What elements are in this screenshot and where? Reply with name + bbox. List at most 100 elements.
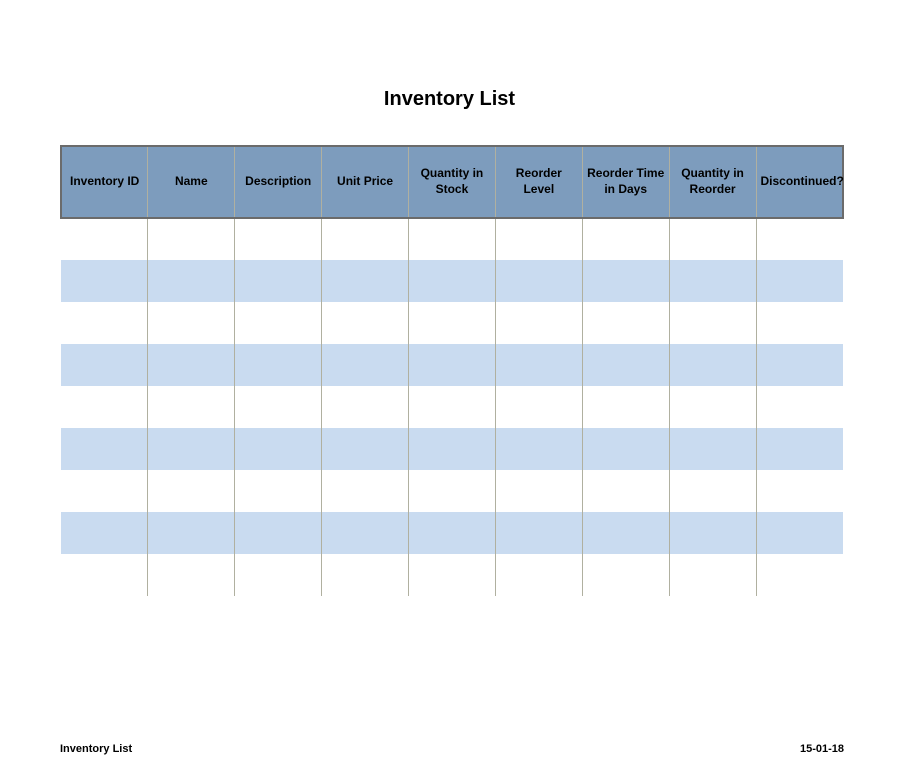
table-cell bbox=[409, 260, 496, 302]
table-row bbox=[61, 428, 843, 470]
table-cell bbox=[495, 386, 582, 428]
table-cell bbox=[756, 218, 843, 260]
table-cell bbox=[148, 554, 235, 596]
table-cell bbox=[582, 344, 669, 386]
table-cell bbox=[495, 260, 582, 302]
col-header-name: Name bbox=[148, 146, 235, 218]
table-cell bbox=[322, 260, 409, 302]
table-cell bbox=[756, 470, 843, 512]
page-title: Inventory List bbox=[0, 88, 899, 111]
table-row bbox=[61, 512, 843, 554]
table-row bbox=[61, 470, 843, 512]
table-row bbox=[61, 386, 843, 428]
col-header-reorder-level: Reorder Level bbox=[495, 146, 582, 218]
table-cell bbox=[669, 470, 756, 512]
table-cell bbox=[148, 512, 235, 554]
table-cell bbox=[148, 260, 235, 302]
table-cell bbox=[756, 260, 843, 302]
table-cell bbox=[756, 512, 843, 554]
table-cell bbox=[582, 428, 669, 470]
table-cell bbox=[235, 512, 322, 554]
table-cell bbox=[61, 218, 148, 260]
table-cell bbox=[148, 428, 235, 470]
table-row bbox=[61, 302, 843, 344]
table-cell bbox=[61, 428, 148, 470]
table-cell bbox=[495, 470, 582, 512]
table-cell bbox=[61, 512, 148, 554]
table-cell bbox=[322, 470, 409, 512]
footer-left: Inventory List bbox=[60, 743, 132, 755]
table-cell bbox=[322, 302, 409, 344]
table-cell bbox=[669, 218, 756, 260]
col-header-inventory-id: Inventory ID bbox=[61, 146, 148, 218]
col-header-reorder-time-in-days: Reorder Time in Days bbox=[582, 146, 669, 218]
table-cell bbox=[756, 344, 843, 386]
table-cell bbox=[322, 554, 409, 596]
table-cell bbox=[582, 218, 669, 260]
table-cell bbox=[495, 428, 582, 470]
table-cell bbox=[669, 260, 756, 302]
col-header-quantity-in-reorder: Quantity in Reorder bbox=[669, 146, 756, 218]
table-cell bbox=[409, 470, 496, 512]
table-cell bbox=[669, 428, 756, 470]
table-cell bbox=[61, 554, 148, 596]
inventory-table-container: Inventory ID Name Description Unit Price… bbox=[60, 145, 844, 596]
table-body bbox=[61, 218, 843, 596]
table-cell bbox=[495, 302, 582, 344]
table-cell bbox=[409, 218, 496, 260]
table-cell bbox=[235, 386, 322, 428]
table-cell bbox=[582, 470, 669, 512]
table-cell bbox=[409, 428, 496, 470]
inventory-table: Inventory ID Name Description Unit Price… bbox=[60, 145, 844, 596]
table-cell bbox=[582, 302, 669, 344]
col-header-unit-price: Unit Price bbox=[322, 146, 409, 218]
table-cell bbox=[61, 344, 148, 386]
table-cell bbox=[495, 554, 582, 596]
table-cell bbox=[756, 386, 843, 428]
table-cell bbox=[582, 386, 669, 428]
table-cell bbox=[669, 554, 756, 596]
table-cell bbox=[235, 302, 322, 344]
table-cell bbox=[235, 344, 322, 386]
table-cell bbox=[61, 386, 148, 428]
table-cell bbox=[582, 260, 669, 302]
table-row bbox=[61, 344, 843, 386]
table-cell bbox=[409, 344, 496, 386]
table-cell bbox=[148, 470, 235, 512]
table-cell bbox=[322, 512, 409, 554]
table-cell bbox=[61, 260, 148, 302]
table-cell bbox=[409, 302, 496, 344]
table-cell bbox=[61, 302, 148, 344]
table-cell bbox=[61, 470, 148, 512]
table-cell bbox=[669, 512, 756, 554]
table-row bbox=[61, 260, 843, 302]
footer-right: 15-01-18 bbox=[800, 743, 844, 755]
table-cell bbox=[495, 218, 582, 260]
table-row bbox=[61, 218, 843, 260]
table-cell bbox=[148, 344, 235, 386]
table-cell bbox=[148, 218, 235, 260]
table-cell bbox=[495, 512, 582, 554]
table-cell bbox=[322, 386, 409, 428]
table-cell bbox=[756, 302, 843, 344]
table-cell bbox=[756, 554, 843, 596]
table-cell bbox=[409, 554, 496, 596]
page-footer: Inventory List 15-01-18 bbox=[60, 743, 844, 755]
table-cell bbox=[409, 386, 496, 428]
table-cell bbox=[756, 428, 843, 470]
table-cell bbox=[582, 512, 669, 554]
col-header-discontinued: Discontinued? bbox=[756, 146, 843, 218]
table-cell bbox=[582, 554, 669, 596]
table-cell bbox=[322, 218, 409, 260]
table-cell bbox=[148, 302, 235, 344]
table-cell bbox=[235, 260, 322, 302]
table-header-row: Inventory ID Name Description Unit Price… bbox=[61, 146, 843, 218]
col-header-quantity-in-stock: Quantity in Stock bbox=[409, 146, 496, 218]
table-row bbox=[61, 554, 843, 596]
table-cell bbox=[322, 344, 409, 386]
table-cell bbox=[669, 344, 756, 386]
table-cell bbox=[235, 218, 322, 260]
table-cell bbox=[409, 512, 496, 554]
table-cell bbox=[235, 554, 322, 596]
col-header-description: Description bbox=[235, 146, 322, 218]
